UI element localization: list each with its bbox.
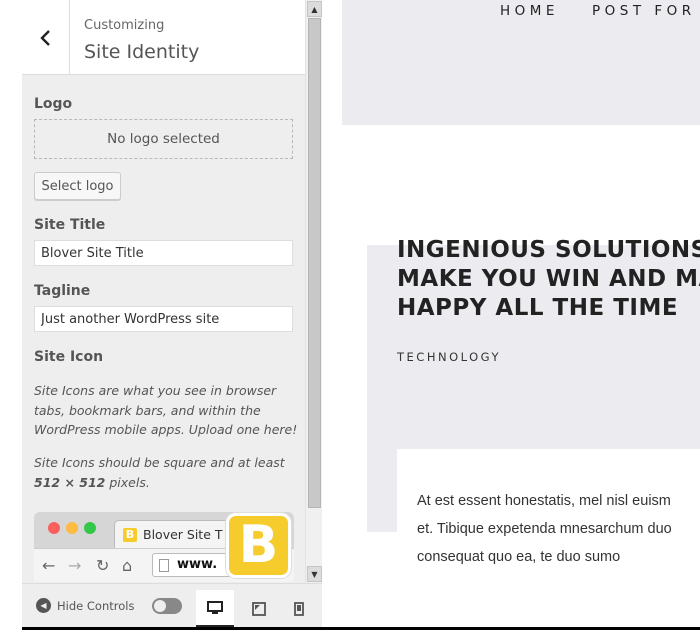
mobile-icon — [294, 602, 304, 616]
reload-icon: ↻ — [96, 556, 110, 575]
preview-desktop-button[interactable] — [196, 590, 234, 628]
tagline-field[interactable] — [34, 306, 293, 332]
post-title-line: MAKE YOU WIN AND MA — [397, 266, 700, 292]
favicon-large-icon: B — [226, 513, 291, 578]
hide-controls-button[interactable]: ◀ Hide Controls — [36, 598, 134, 613]
scroll-down-icon[interactable]: ▼ — [307, 566, 322, 582]
site-icon-size-note: Site Icons should be square and at least… — [34, 455, 285, 490]
hide-controls-label: Hide Controls — [57, 598, 135, 613]
post-title-line: INGENIOUS SOLUTIONS — [397, 237, 700, 263]
site-header: HOME POST FOR — [342, 0, 700, 125]
site-title-label: Site Title — [34, 217, 106, 233]
excerpt-line: et. Tibique expetenda mnesarchum duo — [417, 521, 672, 537]
toggle-knob — [154, 600, 166, 612]
zoom-dot-icon — [84, 522, 96, 534]
customizer-footer: ◀ Hide Controls — [22, 583, 322, 628]
section-title: Site Identity — [84, 41, 200, 63]
post-body: At est essent honestatis, mel nisl euism… — [397, 449, 700, 589]
nav-post-format[interactable]: POST FOR — [592, 3, 696, 19]
chevron-left-icon — [39, 29, 50, 46]
preview-url-text: www. — [177, 557, 218, 572]
logo-placeholder[interactable]: No logo selected — [34, 119, 293, 159]
left-margin — [0, 0, 22, 630]
post-title[interactable]: INGENIOUS SOLUTIONS MAKE YOU WIN AND MA … — [397, 236, 700, 323]
logo-label: Logo — [34, 96, 73, 112]
back-arrow-icon: ← — [42, 556, 56, 575]
toggle-switch[interactable] — [152, 598, 182, 614]
scrollbar-thumb[interactable] — [308, 18, 321, 508]
no-logo-text: No logo selected — [107, 131, 220, 147]
close-dot-icon — [48, 522, 60, 534]
post-category[interactable]: TECHNOLOGY — [397, 350, 501, 364]
desktop-icon — [207, 600, 223, 614]
sidebar-scrollbar[interactable]: ▲ ▼ — [305, 0, 322, 583]
scroll-up-icon[interactable]: ▲ — [307, 1, 322, 17]
preview-mobile-button[interactable] — [280, 590, 318, 628]
site-icon-description: Site Icons are what you see in browser t… — [34, 383, 298, 437]
post-excerpt: At est essent honestatis, mel nisl euism… — [417, 487, 700, 571]
select-logo-button[interactable]: Select logo — [34, 172, 121, 200]
back-button[interactable] — [22, 0, 70, 75]
excerpt-line: consequat quo ea, te duo sumo — [417, 549, 621, 565]
preview-tab-title: Blover Site T — [143, 527, 223, 542]
site-icon-label: Site Icon — [34, 349, 104, 365]
page-icon — [159, 559, 169, 572]
customizing-label: Customizing — [84, 18, 165, 33]
minimize-dot-icon — [66, 522, 78, 534]
favicon-small-icon: B — [123, 528, 137, 542]
tagline-label: Tagline — [34, 283, 91, 299]
site-title-field[interactable] — [34, 240, 293, 266]
preview-tablet-button[interactable] — [240, 590, 278, 628]
tablet-icon — [252, 602, 266, 616]
forward-arrow-icon: → — [68, 556, 82, 575]
nav-home[interactable]: HOME — [500, 3, 559, 19]
excerpt-line: At est essent honestatis, mel nisl euism — [417, 493, 671, 509]
customizer-header: Customizing Site Identity — [22, 0, 305, 75]
collapse-icon: ◀ — [36, 598, 51, 613]
site-preview: HOME POST FOR INGENIOUS SOLUTIONS MAKE Y… — [322, 0, 700, 627]
post-title-line: HAPPY ALL THE TIME — [397, 295, 679, 321]
home-icon: ⌂ — [122, 556, 133, 575]
customizer-sidebar: Customizing Site Identity Logo No logo s… — [22, 0, 306, 627]
